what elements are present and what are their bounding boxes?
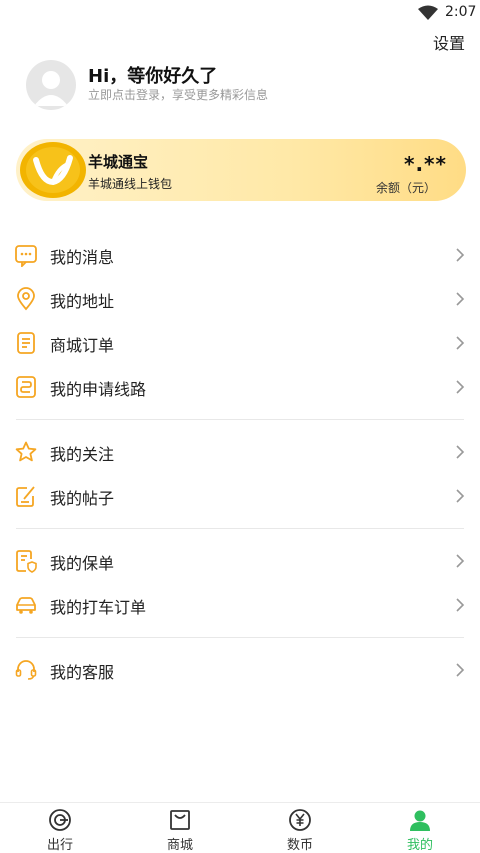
menu-item-taxi-orders[interactable]: 我的打车订单 <box>0 583 480 627</box>
status-time: 2:07 <box>445 4 477 20</box>
tab-travel[interactable]: 出行 <box>0 803 120 853</box>
bottom-tab-bar: 出行 商城 数币 我的 <box>0 802 480 853</box>
chevron-right-icon <box>456 489 465 503</box>
menu-item-label: 我的帖子 <box>50 489 115 508</box>
tab-mine[interactable]: 我的 <box>360 803 480 853</box>
menu-item-shop-orders[interactable]: 商城订单 <box>0 321 480 365</box>
tab-label: 我的 <box>406 838 433 853</box>
avatar[interactable] <box>26 60 76 110</box>
tab-label: 出行 <box>46 838 73 853</box>
settings-button[interactable]: 设置 <box>433 30 465 54</box>
divider <box>16 637 464 638</box>
wallet-balance: *.** <box>404 152 447 176</box>
shop-icon <box>170 810 190 830</box>
policy-icon <box>16 550 37 573</box>
menu-item-label: 我的关注 <box>50 445 115 464</box>
chevron-right-icon <box>456 445 465 459</box>
message-icon <box>15 245 37 267</box>
wallet-balance-label: 余额（元） <box>376 181 437 195</box>
menu-item-follows[interactable]: 我的关注 <box>0 430 480 474</box>
yuan-coin-icon <box>289 809 311 831</box>
menu-item-label: 我的消息 <box>50 248 115 267</box>
chevron-right-icon <box>456 554 465 568</box>
menu-list: 我的消息 我的地址 商城订单 我的申请线路 我的关注 我的帖子 我的保单 我的打… <box>0 233 480 692</box>
route-icon <box>16 376 36 398</box>
travel-icon <box>49 809 71 831</box>
tab-digital-currency[interactable]: 数币 <box>240 803 360 853</box>
tab-label: 商城 <box>166 838 193 853</box>
menu-item-address[interactable]: 我的地址 <box>0 277 480 321</box>
menu-item-label: 我的保单 <box>50 554 115 573</box>
divider <box>16 419 464 420</box>
chevron-right-icon <box>456 598 465 612</box>
chevron-right-icon <box>456 663 465 677</box>
chevron-right-icon <box>456 336 465 350</box>
chevron-right-icon <box>456 248 465 262</box>
wallet-subtitle: 羊城通线上钱包 <box>88 177 173 191</box>
default-avatar-icon <box>34 71 68 106</box>
greeting-title[interactable]: Hi，等你好久了 <box>88 62 217 88</box>
wifi-icon <box>418 5 438 20</box>
menu-item-label: 商城订单 <box>50 336 115 355</box>
taxi-icon <box>16 597 36 614</box>
tab-label: 数币 <box>286 838 313 853</box>
location-icon <box>17 287 35 311</box>
chevron-right-icon <box>456 380 465 394</box>
tab-shop[interactable]: 商城 <box>120 803 240 853</box>
headset-icon <box>15 660 37 680</box>
star-icon <box>15 441 37 462</box>
menu-item-messages[interactable]: 我的消息 <box>0 233 480 277</box>
status-bar: 2:07 <box>0 0 480 26</box>
order-list-icon <box>17 332 35 354</box>
menu-item-label: 我的地址 <box>50 292 115 311</box>
menu-item-label: 我的申请线路 <box>50 380 147 399</box>
menu-item-applied-routes[interactable]: 我的申请线路 <box>0 365 480 409</box>
chevron-right-icon <box>456 292 465 306</box>
menu-item-customer-service[interactable]: 我的客服 <box>0 648 480 692</box>
menu-item-label: 我的客服 <box>50 663 115 682</box>
wallet-title: 羊城通宝 <box>88 153 149 171</box>
menu-item-posts[interactable]: 我的帖子 <box>0 474 480 518</box>
menu-item-label: 我的打车订单 <box>50 598 147 617</box>
menu-item-policies[interactable]: 我的保单 <box>0 539 480 583</box>
user-icon <box>410 810 430 831</box>
post-icon <box>16 486 35 507</box>
wallet-logo-icon <box>20 142 86 198</box>
login-prompt[interactable]: 立即点击登录，享受更多精彩信息 <box>88 86 268 103</box>
divider <box>16 528 464 529</box>
